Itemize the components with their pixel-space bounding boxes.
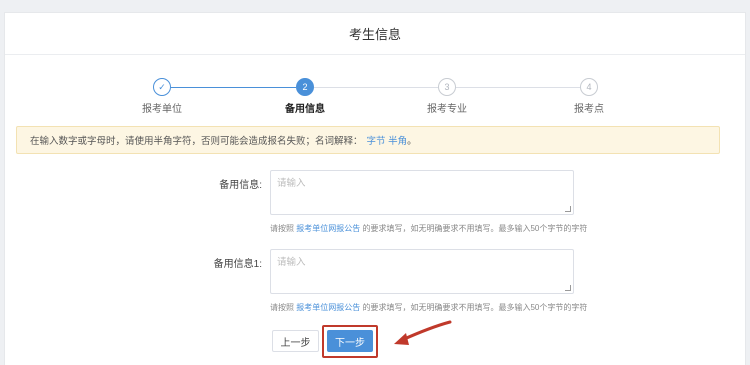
hint-prefix: 请按照 <box>270 224 297 233</box>
prev-step-button[interactable]: 上一步 <box>272 330 319 352</box>
hint-suffix: 的要求填写，如无明确要求不用填写。最多输入50个字节的字符 <box>360 224 588 233</box>
annotation-arrow-icon <box>394 320 452 345</box>
hint-link[interactable]: 报考单位网报公告 <box>296 303 360 312</box>
backup-info-1-label: 备用信息1: <box>213 259 262 270</box>
step-2-marker: 2 <box>296 78 314 96</box>
step-4-marker: 4 <box>580 78 598 96</box>
backup-info-label: 备用信息: <box>219 180 262 191</box>
hint-link[interactable]: 报考单位网报公告 <box>296 224 360 233</box>
annotation-highlight-box <box>322 325 378 358</box>
backup-info-placeholder: 请输入 <box>277 178 306 189</box>
notice-text: 在输入数字或字母时，请使用半角字符，否则可能会造成报名失败；名词解释： <box>30 136 363 147</box>
notice-suffix: 。 <box>407 136 417 147</box>
step-1-label: 报考单位 <box>142 104 182 115</box>
hint-prefix: 请按照 <box>270 303 297 312</box>
step-connector-2 <box>314 87 438 88</box>
backup-info-1-placeholder: 请输入 <box>277 257 306 268</box>
step-indicator: ✓ 2 3 4 报考单位 备用信息 报考专业 报考点 <box>0 0 750 120</box>
step-3-marker: 3 <box>438 78 456 96</box>
hint-suffix: 的要求填写，如无明确要求不用填写。最多输入50个字节的字符 <box>360 303 588 312</box>
resize-handle-icon[interactable] <box>565 206 571 212</box>
step-3-label: 报考专业 <box>427 104 467 115</box>
step-connector-1 <box>171 87 296 88</box>
step-1-check-icon: ✓ <box>153 78 171 96</box>
step-connector-3 <box>456 87 580 88</box>
backup-info-1-hint: 请按照 报考单位网报公告 的要求填写，如无明确要求不用填写。最多输入50个字节的… <box>270 302 587 313</box>
notice-link[interactable]: 字节 半角 <box>367 133 408 147</box>
backup-info-1-textarea[interactable]: 请输入 <box>270 249 574 294</box>
backup-info-textarea[interactable]: 请输入 <box>270 170 574 215</box>
step-2-label: 备用信息 <box>285 104 325 115</box>
notice-banner: 在输入数字或字母时，请使用半角字符，否则可能会造成报名失败；名词解释： 字节 半… <box>16 126 720 154</box>
step-4-label: 报考点 <box>574 104 604 115</box>
backup-info-hint: 请按照 报考单位网报公告 的要求填写，如无明确要求不用填写。最多输入50个字节的… <box>270 223 587 234</box>
resize-handle-icon[interactable] <box>565 285 571 291</box>
